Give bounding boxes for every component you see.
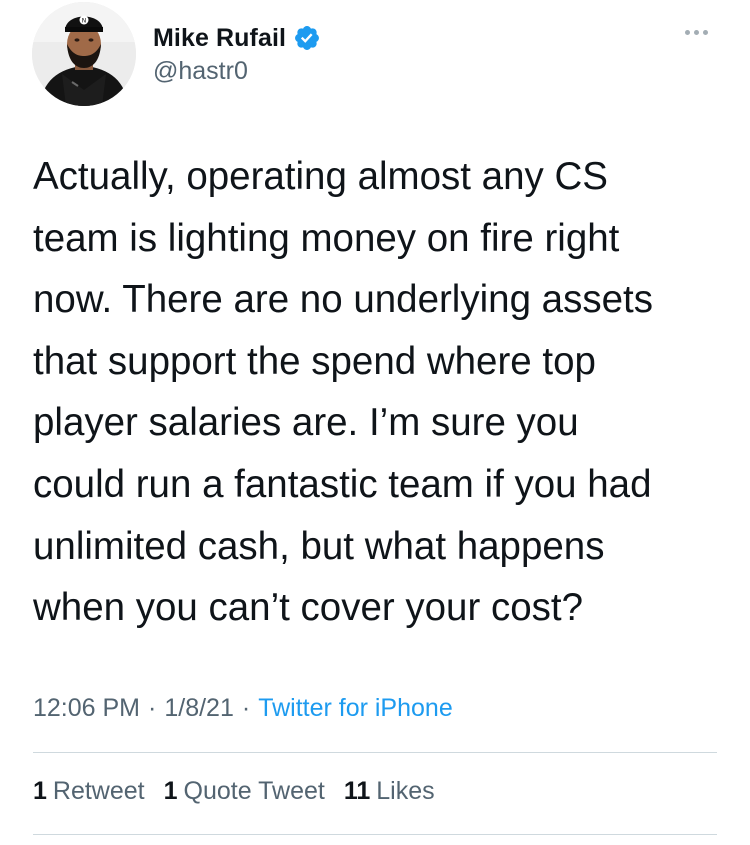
profile-photo: N xyxy=(32,2,136,106)
tweet-meta: 12:06 PM · 1/8/21 · Twitter for iPhone xyxy=(33,694,453,723)
dot xyxy=(702,29,708,35)
dot xyxy=(693,29,699,35)
tweet-text: Actually, operating almost any CS team i… xyxy=(33,155,653,630)
tweet-date[interactable]: 1/8/21 xyxy=(164,694,234,723)
verified-badge-icon xyxy=(293,24,321,52)
divider xyxy=(33,752,717,753)
quote-tweets-stat[interactable]: 1 Quote Tweet xyxy=(164,777,325,806)
retweets-count: 1 xyxy=(33,777,47,805)
avatar[interactable]: N xyxy=(32,2,136,106)
meta-separator: · xyxy=(241,694,251,722)
quote-tweets-label: Quote Tweet xyxy=(183,777,325,805)
likes-stat[interactable]: 11 Likes xyxy=(344,777,435,806)
retweets-label: Retweet xyxy=(52,777,145,805)
tweet-source-link[interactable]: Twitter for iPhone xyxy=(258,694,453,723)
tweet-time[interactable]: 12:06 PM xyxy=(33,694,140,723)
dot xyxy=(684,29,690,35)
tweet-detail: N Mike Rufail @hastr0 Actually, operatin… xyxy=(0,0,750,845)
author-name-row[interactable]: Mike Rufail xyxy=(153,21,321,55)
meta-separator: · xyxy=(148,694,157,722)
svg-text:N: N xyxy=(82,18,87,25)
likes-count: 11 xyxy=(343,777,371,805)
author-display-name[interactable]: Mike Rufail xyxy=(153,24,286,53)
more-options-icon[interactable] xyxy=(676,22,716,42)
likes-label: Likes xyxy=(376,777,435,805)
retweets-stat[interactable]: 1 Retweet xyxy=(33,777,145,806)
divider xyxy=(33,834,717,835)
quote-tweets-count: 1 xyxy=(163,777,178,805)
engagement-stats: 1 Retweet 1 Quote Tweet 11 Likes xyxy=(33,777,454,806)
author-handle[interactable]: @hastr0 xyxy=(153,57,248,86)
